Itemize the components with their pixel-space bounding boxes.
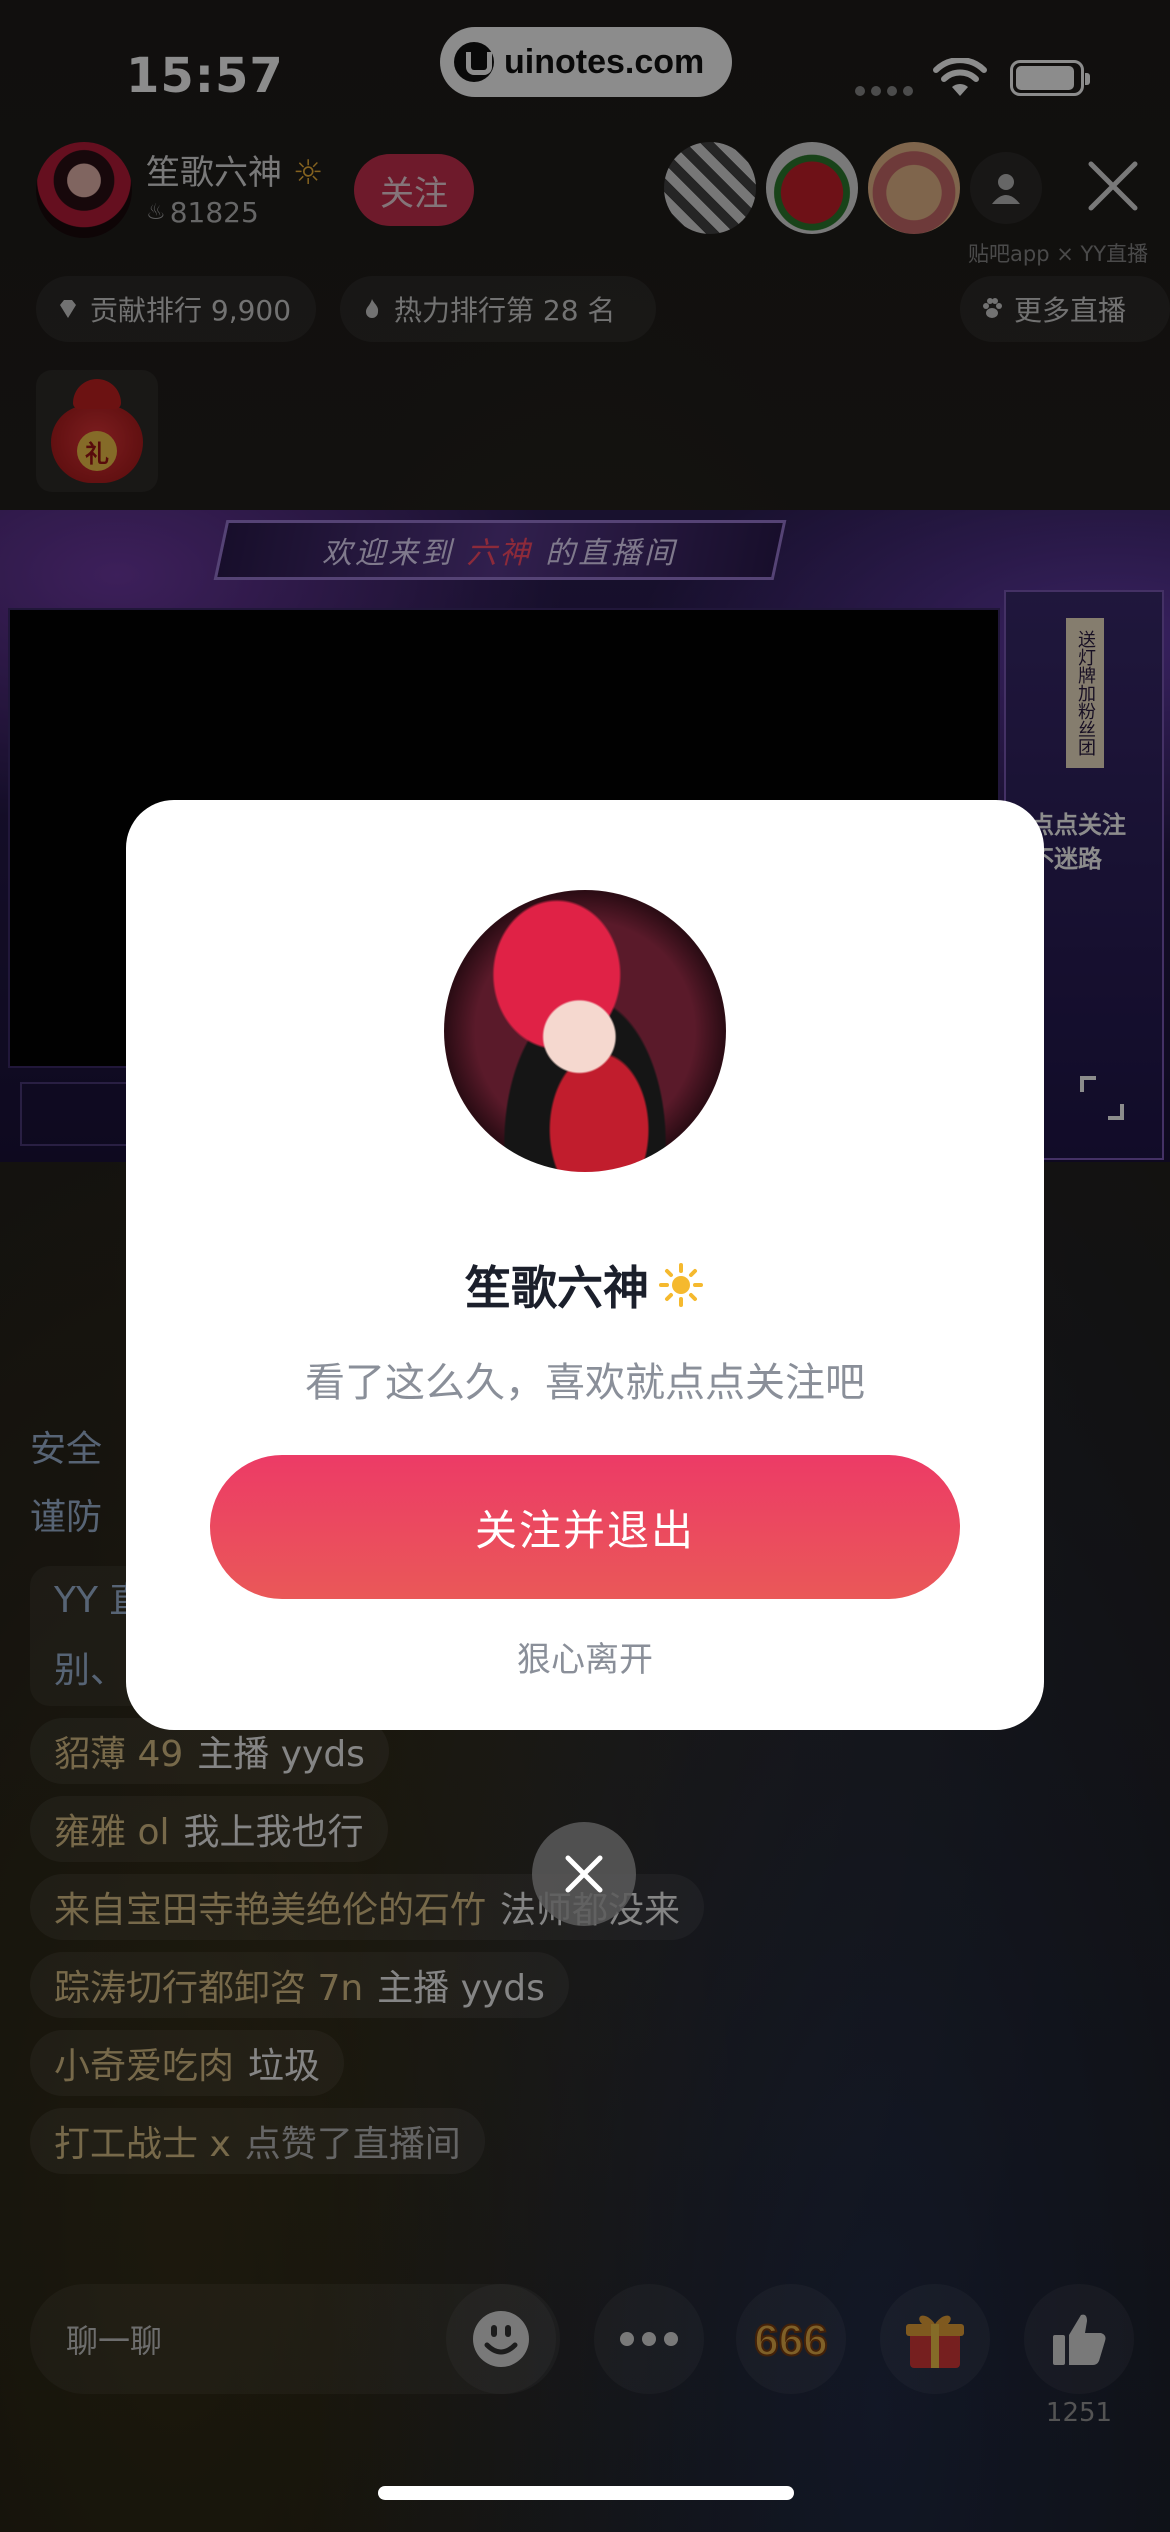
sun-badge-icon: [659, 1263, 703, 1307]
leave-button[interactable]: 狠心离开: [126, 1632, 1044, 1681]
follow-prompt-dialog: 笙歌六神 看了这么久，喜欢就点点关注吧 关注并退出 狠心离开: [126, 800, 1044, 1730]
follow-and-exit-button[interactable]: 关注并退出: [210, 1455, 960, 1599]
modal-host-avatar: [444, 890, 726, 1172]
modal-close-button[interactable]: [532, 1822, 636, 1926]
close-icon: [565, 1855, 603, 1893]
home-indicator[interactable]: [378, 2486, 794, 2500]
modal-subtitle: 看了这么久，喜欢就点点关注吧: [305, 1360, 865, 1406]
modal-host-name-text: 笙歌六神: [465, 1261, 649, 1315]
modal-host-name: 笙歌六神: [126, 1252, 1044, 1318]
